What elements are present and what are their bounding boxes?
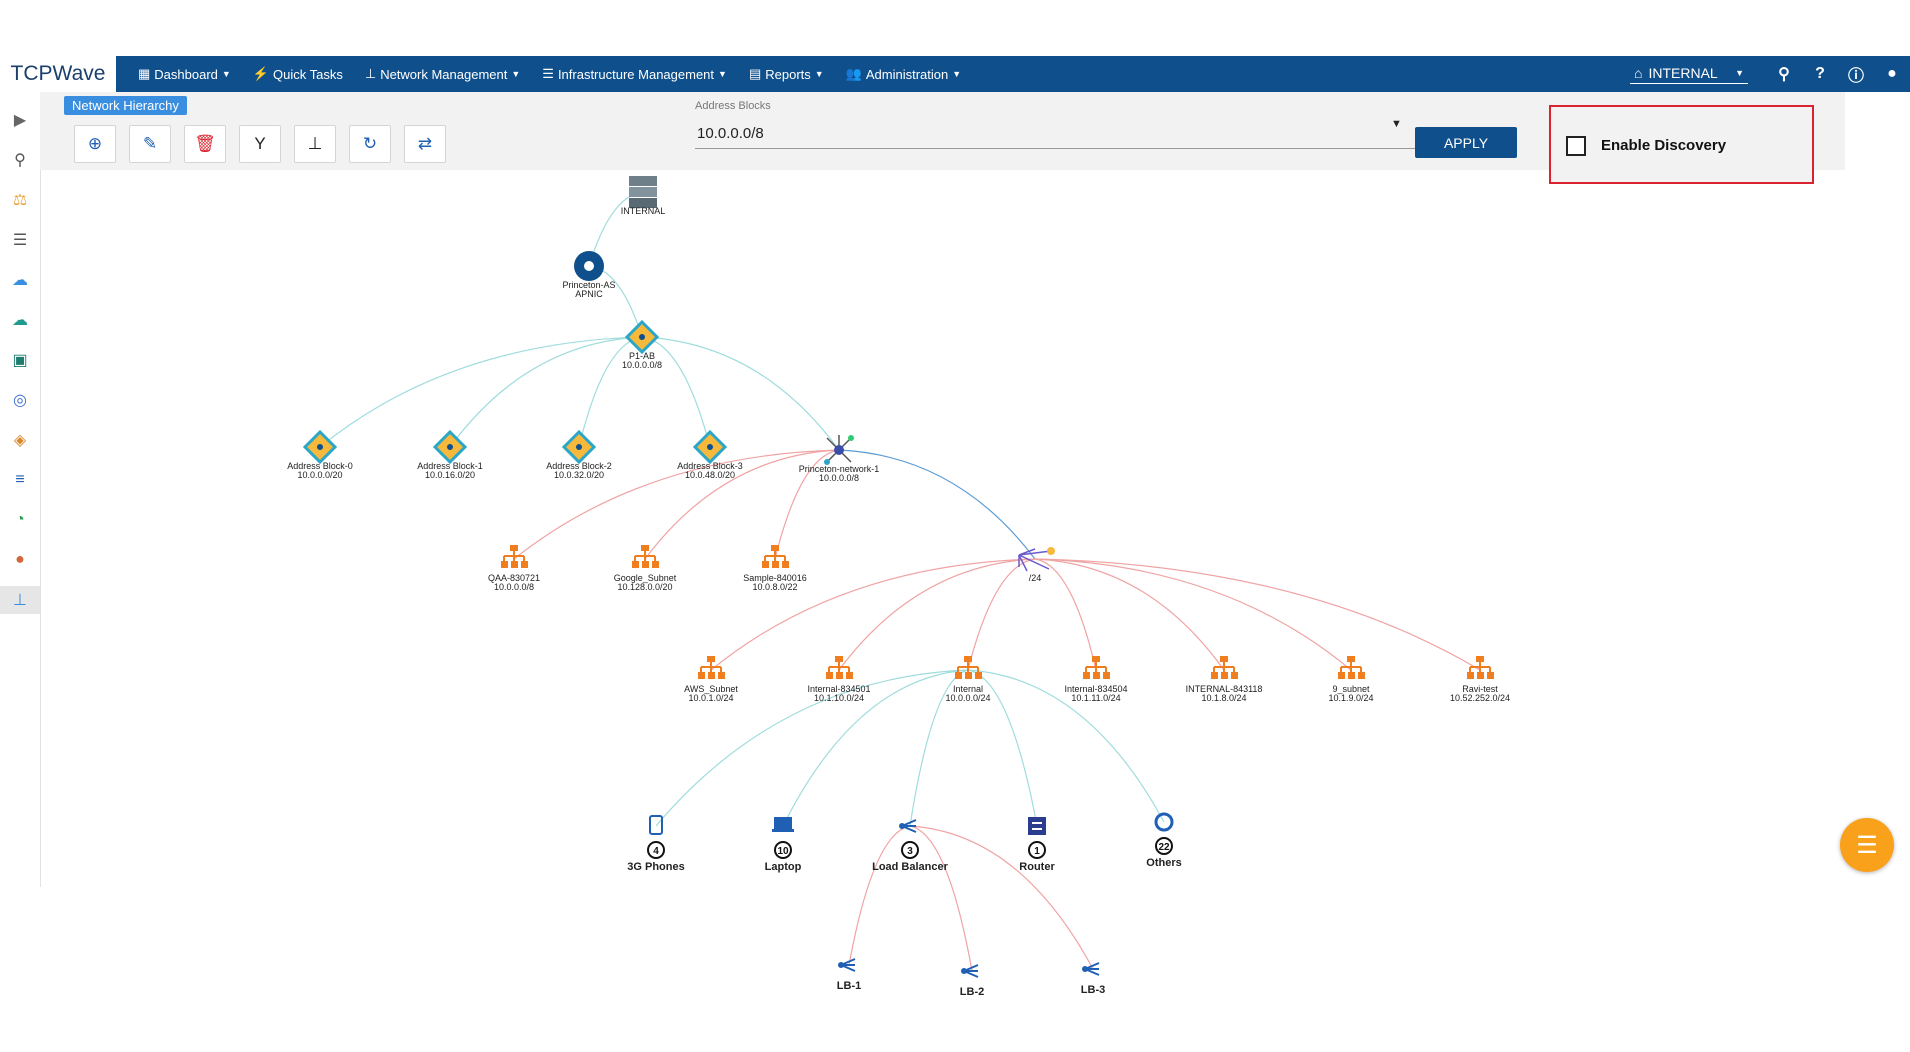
- graph-node-i843118[interactable]: INTERNAL-84311810.1.8.0/24: [1186, 656, 1263, 703]
- node-label: 10.1.8.0/24: [1201, 693, 1246, 703]
- graph-node-p1[interactable]: P1-AB10.0.0.0/8: [622, 319, 662, 370]
- router-icon: [1028, 817, 1046, 835]
- graph-node-ab1[interactable]: Address Block-110.0.16.0/20: [417, 429, 483, 480]
- graph-node-phones[interactable]: 4 3G Phones: [627, 815, 685, 873]
- node-label: 10.0.8.0/22: [752, 582, 797, 592]
- graph-node-lb[interactable]: 3 Load Balancer: [872, 819, 949, 873]
- graph-node-internal[interactable]: Internal10.0.0.0/24: [945, 656, 991, 703]
- count-badge-text: 4: [653, 846, 659, 857]
- node-label: 10.0.16.0/20: [425, 470, 475, 480]
- graph-edge: [641, 336, 840, 451]
- subnet-icon: [762, 545, 789, 568]
- lb-icon: [838, 958, 856, 972]
- node-label: LB-2: [960, 986, 984, 998]
- laptop-icon: [772, 817, 794, 832]
- graph-node-ravi[interactable]: Ravi-test10.52.252.0/24: [1450, 656, 1510, 703]
- node-label: 3G Phones: [627, 861, 684, 873]
- lb-icon: [961, 964, 979, 978]
- graph-edge: [838, 558, 1036, 671]
- graph-edge: [1034, 558, 1352, 671]
- block-icon: [624, 319, 660, 355]
- graph-node-i834501[interactable]: Internal-83450110.1.10.0/24: [807, 656, 871, 703]
- node-label: Load Balancer: [872, 861, 949, 873]
- subnet-icon: [1467, 656, 1494, 679]
- node-label: 10.0.0.0/8: [819, 473, 859, 483]
- node-label: 10.0.48.0/20: [685, 470, 735, 480]
- subnet-icon: [955, 656, 982, 679]
- count-badge-text: 1: [1034, 846, 1040, 857]
- block-icon: [692, 429, 728, 465]
- subnet-icon: [501, 545, 528, 568]
- node-label: 10.0.1.0/24: [688, 693, 733, 703]
- node-label: 10.128.0.0/20: [617, 582, 672, 592]
- graph-node-root[interactable]: INTERNAL: [621, 176, 666, 216]
- node-label: INTERNAL: [621, 206, 666, 216]
- node-label: 10.52.252.0/24: [1450, 693, 1510, 703]
- graph-node-ab0[interactable]: Address Block-010.0.0.0/20: [287, 429, 353, 480]
- graph-node-qaa[interactable]: QAA-83072110.0.0.0/8: [488, 545, 540, 592]
- node-label: Others: [1146, 857, 1181, 869]
- menu-icon: ☰: [1856, 831, 1878, 859]
- node-label: 10.0.0.0/8: [622, 360, 662, 370]
- count-badge-text: 3: [907, 846, 913, 857]
- graph-node-others[interactable]: 22 Others: [1146, 812, 1182, 869]
- graph-edge: [967, 558, 1036, 671]
- node-label: 10.0.32.0/20: [554, 470, 604, 480]
- subnet-icon: [1083, 656, 1110, 679]
- graph-edge: [1034, 558, 1225, 671]
- menu-fab[interactable]: ☰: [1840, 818, 1894, 872]
- block-icon: [432, 429, 468, 465]
- graph-edge: [909, 825, 1094, 970]
- graph-node-as[interactable]: Princeton-ASAPNIC: [562, 251, 616, 299]
- graph-edge: [848, 825, 911, 966]
- lb-icon: [899, 819, 917, 833]
- graph-node-ab2[interactable]: Address Block-210.0.32.0/20: [546, 429, 612, 480]
- graph-edge: [1034, 558, 1481, 671]
- graph-node-ab3[interactable]: Address Block-310.0.48.0/20: [677, 429, 743, 480]
- subnet-icon: [826, 656, 853, 679]
- graph-edge: [1034, 558, 1097, 671]
- graph-node-google[interactable]: Google_Subnet10.128.0.0/20: [614, 545, 677, 592]
- node-label: Router: [1019, 861, 1055, 873]
- graph-node-aws[interactable]: AWS_Subnet10.0.1.0/24: [684, 656, 738, 703]
- subnet-icon: [632, 545, 659, 568]
- node-label: 10.0.0.0/20: [297, 470, 342, 480]
- count-badge-text: 22: [1158, 842, 1170, 853]
- graph-edge: [909, 825, 973, 972]
- node-label: LB-1: [837, 980, 861, 992]
- block-icon: [302, 429, 338, 465]
- block-icon: [561, 429, 597, 465]
- graph-edge: [449, 336, 643, 448]
- phone-icon: [649, 815, 663, 835]
- subnet-icon: [698, 656, 725, 679]
- graph-node-pn1[interactable]: Princeton-network-110.0.0.0/8: [799, 435, 880, 483]
- node-label: 10.1.11.0/24: [1071, 693, 1120, 703]
- network-hierarchy-graph: INTERNAL Princeton-ASAPNICP1-AB10.0.0.0/8…: [287, 176, 1510, 998]
- node-label: 10.1.9.0/24: [1328, 693, 1373, 703]
- graph-node-router[interactable]: 1 Router: [1019, 817, 1055, 873]
- pin-icon: [574, 251, 604, 281]
- node-label: APNIC: [575, 289, 603, 299]
- graph-node-sample[interactable]: Sample-84001610.0.8.0/22: [743, 545, 807, 592]
- subnet-icon: [1211, 656, 1238, 679]
- graph-node-i834504[interactable]: Internal-83450410.1.11.0/24: [1064, 656, 1128, 703]
- node-label: Laptop: [765, 861, 802, 873]
- node-label: 10.0.0.0/24: [945, 693, 990, 703]
- graph-node-s9[interactable]: 9_subnet10.1.9.0/24: [1328, 656, 1374, 703]
- node-label: 10.0.0.0/8: [494, 582, 534, 592]
- node-label: 10.1.10.0/24: [814, 693, 864, 703]
- graph-edge: [319, 336, 643, 448]
- node-label: LB-3: [1081, 984, 1105, 996]
- subnet-icon: [1338, 656, 1365, 679]
- count-badge-text: 10: [777, 846, 789, 857]
- graph-node-laptop[interactable]: 10 Laptop: [765, 817, 802, 873]
- server-icon: [629, 176, 657, 208]
- node-label: /24: [1029, 573, 1042, 583]
